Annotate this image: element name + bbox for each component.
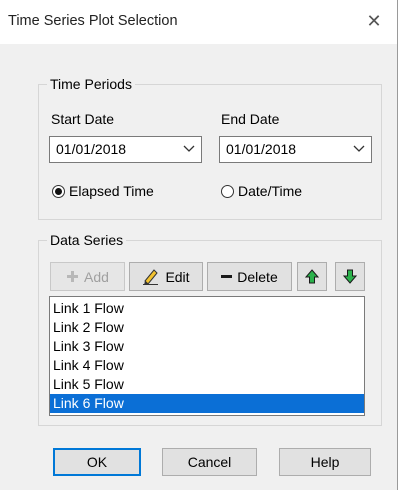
start-date-value: 01/01/2018 <box>56 141 127 157</box>
arrow-down-icon <box>343 269 357 284</box>
end-date-combo[interactable]: 01/01/2018 <box>219 136 372 163</box>
plus-icon <box>67 271 79 282</box>
chevron-down-icon[interactable] <box>353 141 365 155</box>
time-periods-group-title: Time Periods <box>47 76 135 92</box>
dialog-title: Time Series Plot Selection <box>8 13 178 29</box>
close-icon[interactable]: ✕ <box>361 8 387 34</box>
add-button-label: Add <box>84 268 109 285</box>
delete-button-label: Delete <box>237 268 278 285</box>
minus-icon <box>221 275 233 278</box>
radio-unselected-indicator[interactable] <box>221 184 234 198</box>
chevron-down-icon[interactable] <box>183 141 195 155</box>
time-series-plot-selection-dialog: Time Series Plot Selection ✕ Time Period… <box>0 0 398 490</box>
list-item[interactable]: Link 5 Flow <box>50 375 364 394</box>
data-series-list[interactable]: Link 1 Flow Link 2 Flow Link 3 Flow Link… <box>49 296 365 416</box>
elapsed-time-radio[interactable]: Elapsed Time <box>52 183 154 199</box>
cancel-button[interactable]: Cancel <box>162 448 257 476</box>
edit-button-label: Edit <box>165 268 190 285</box>
elapsed-time-label: Elapsed Time <box>69 183 154 199</box>
start-date-label: Start Date <box>51 111 115 127</box>
help-button[interactable]: Help <box>279 448 371 476</box>
pencil-icon <box>143 269 159 285</box>
list-item[interactable]: Link 2 Flow <box>50 318 364 337</box>
ok-button[interactable]: OK <box>53 448 141 476</box>
move-down-button[interactable] <box>335 262 365 291</box>
list-item-selected[interactable]: Link 6 Flow <box>50 394 364 413</box>
add-button[interactable]: Add <box>50 262 125 291</box>
arrow-up-icon <box>305 269 319 284</box>
data-series-group-title: Data Series <box>47 232 127 248</box>
delete-button[interactable]: Delete <box>207 262 292 291</box>
end-date-label: End Date <box>221 111 280 127</box>
move-up-button[interactable] <box>297 262 327 291</box>
date-time-label: Date/Time <box>238 183 303 199</box>
list-item[interactable]: Link 1 Flow <box>50 299 364 318</box>
list-item[interactable]: Link 3 Flow <box>50 337 364 356</box>
radio-selected-indicator[interactable] <box>52 184 65 198</box>
end-date-value: 01/01/2018 <box>226 141 297 157</box>
title-bar[interactable]: Time Series Plot Selection ✕ <box>0 0 397 44</box>
start-date-combo[interactable]: 01/01/2018 <box>49 136 202 163</box>
edit-button[interactable]: Edit <box>129 262 203 291</box>
list-item[interactable]: Link 4 Flow <box>50 356 364 375</box>
date-time-radio[interactable]: Date/Time <box>221 183 302 199</box>
